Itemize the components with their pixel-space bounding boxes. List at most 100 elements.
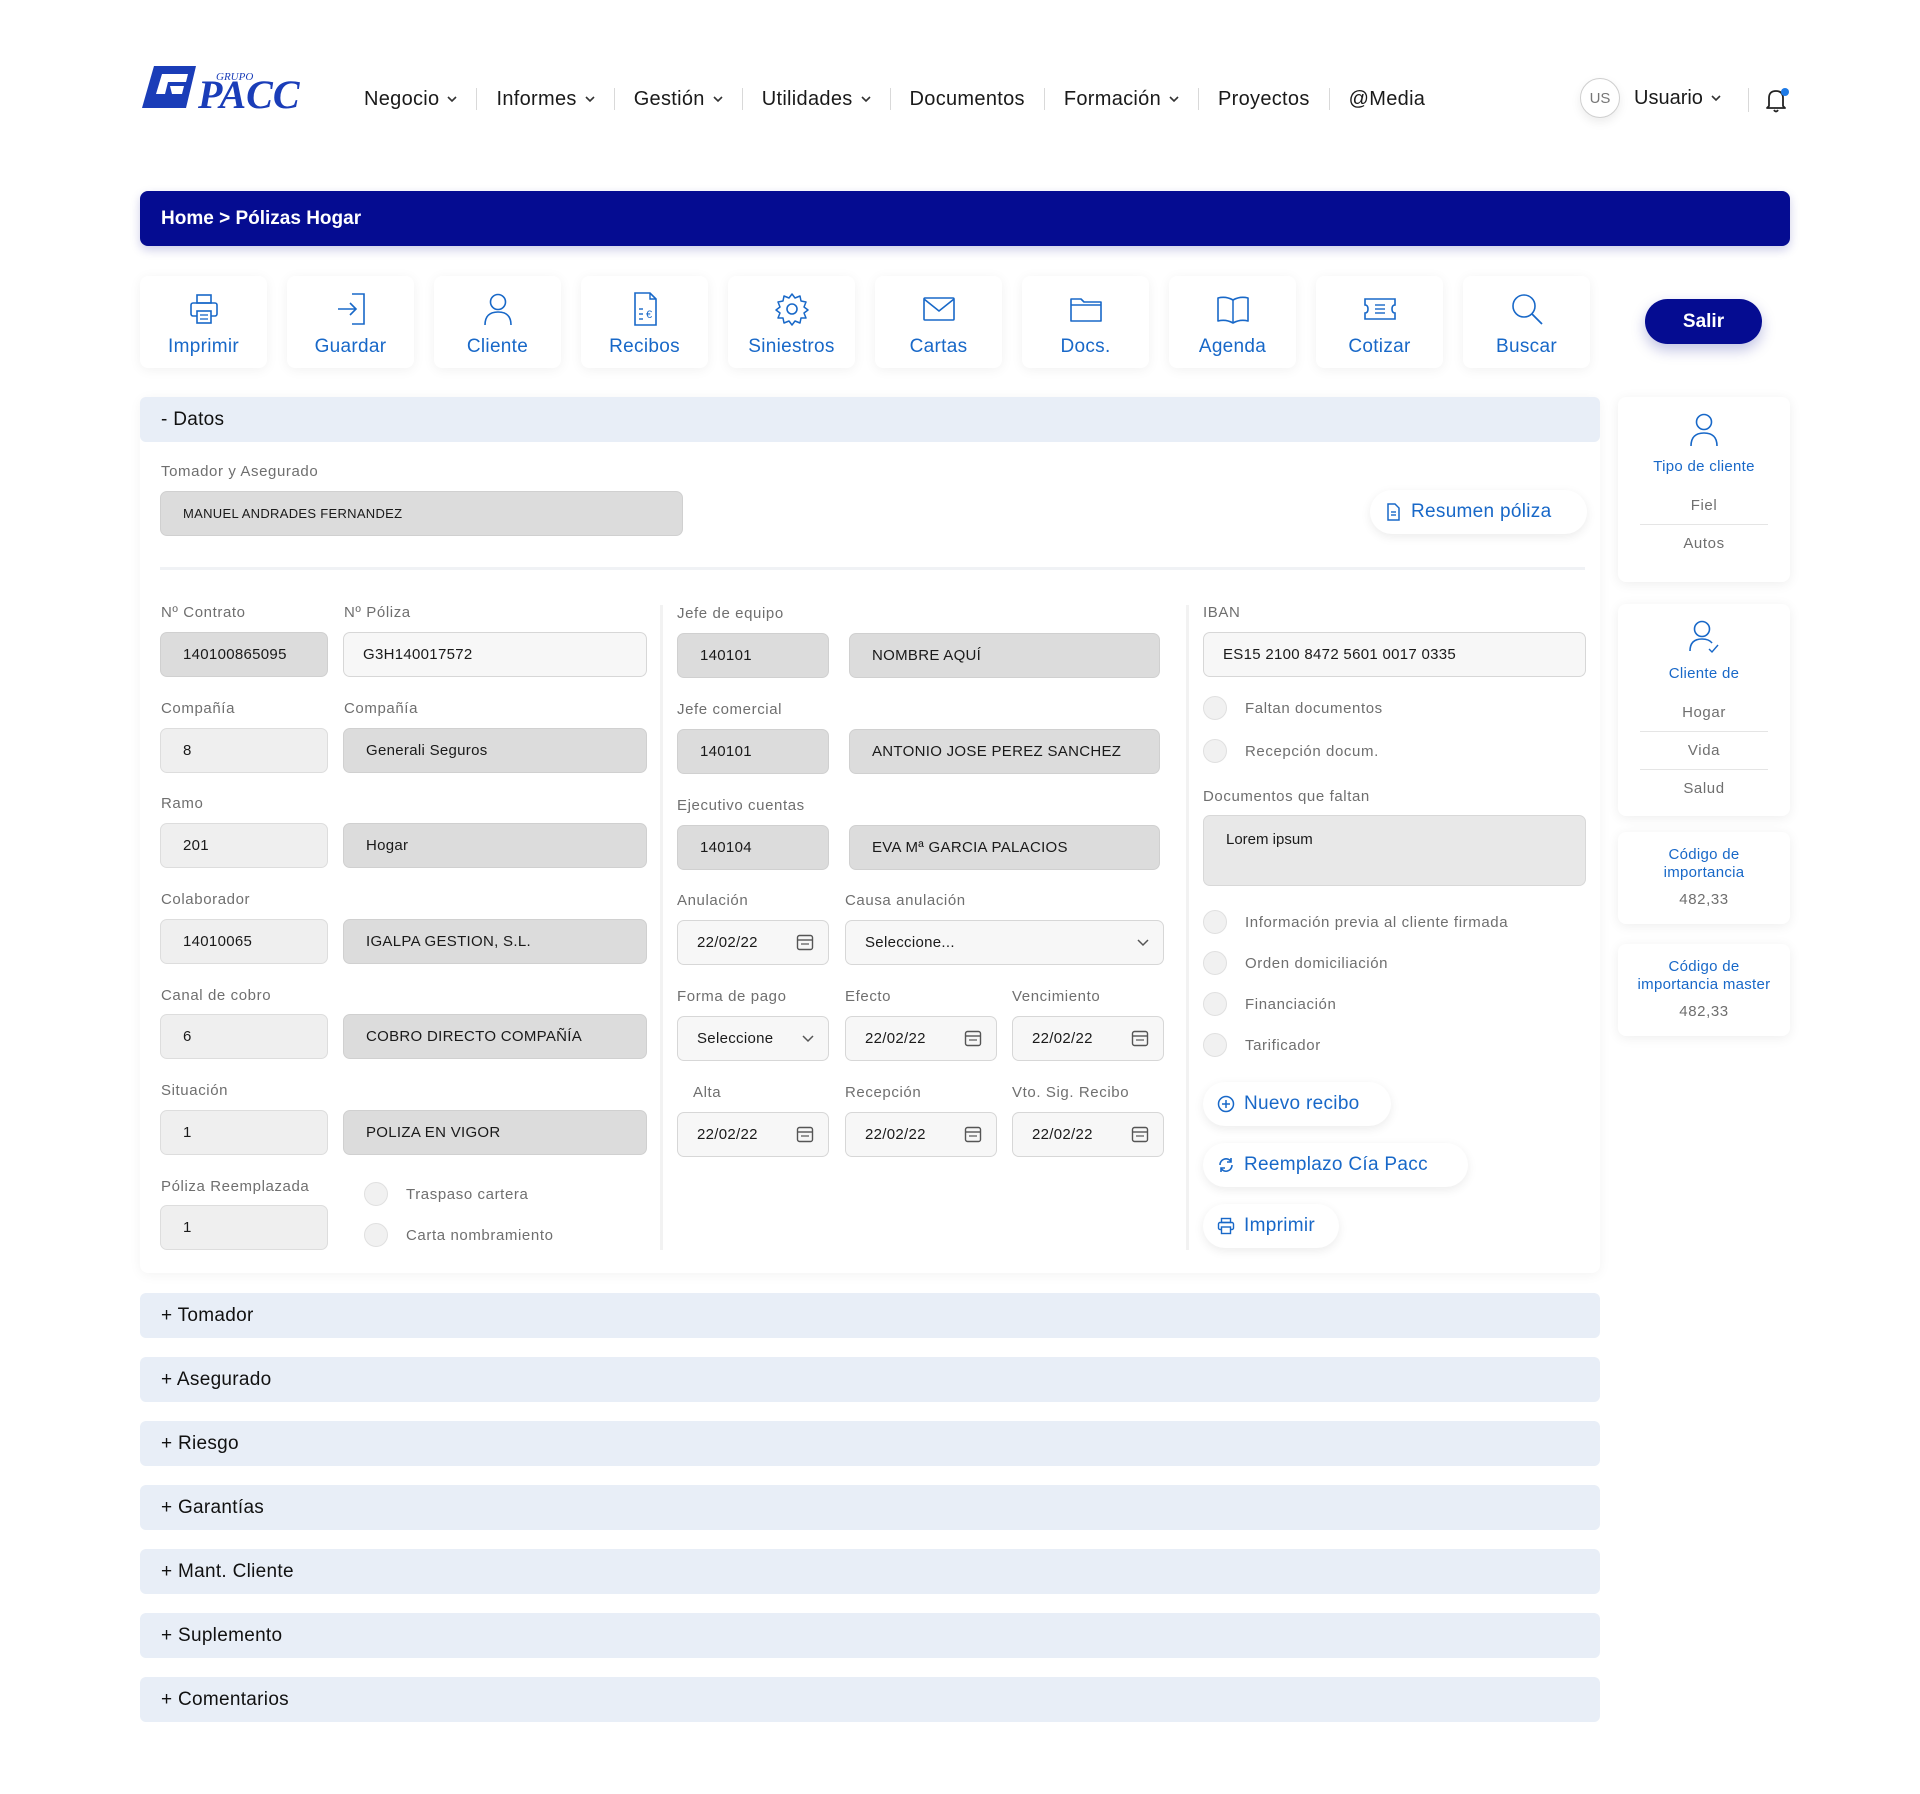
breadcrumb-text[interactable]: Home > Pólizas Hogar	[161, 208, 361, 230]
ramo-code-field[interactable]: 201	[160, 823, 328, 868]
checkbox-circle[interactable]	[1203, 739, 1227, 763]
user-menu[interactable]: US Usuario	[1580, 78, 1721, 118]
carta-checkbox[interactable]: Carta nombramiento	[364, 1223, 554, 1247]
toolbar-cartas-button[interactable]: Cartas	[875, 276, 1002, 368]
jefe-comercial-code-field[interactable]: 140101	[677, 729, 829, 774]
jefe-equipo-name-field[interactable]: NOMBRE AQUÍ	[849, 633, 1160, 678]
nav-item-label: @Media	[1348, 87, 1426, 110]
nav-item-7[interactable]: @Media	[1330, 88, 1445, 111]
contrato-field[interactable]: 140100865095	[160, 632, 328, 677]
reemplazo-button[interactable]: Reemplazo Cía Pacc	[1203, 1143, 1468, 1187]
resumen-poliza-button[interactable]: Resumen póliza	[1370, 490, 1587, 534]
jefe-equipo-code-field[interactable]: 140101	[677, 633, 829, 678]
info-previa-checkbox[interactable]: Información previa al cliente firmada	[1203, 910, 1508, 934]
poliza-label: Nº Póliza	[344, 604, 411, 621]
document-icon	[1387, 503, 1400, 521]
calendar-icon[interactable]	[796, 1125, 814, 1143]
checkbox-circle[interactable]	[364, 1182, 388, 1206]
recepcion-date-field[interactable]: 22/02/22	[845, 1112, 997, 1157]
section-datos-header[interactable]: - Datos	[140, 397, 1600, 442]
toolbar-guardar-button[interactable]: Guardar	[287, 276, 414, 368]
ejecutivo-code-field[interactable]: 140104	[677, 825, 829, 870]
bell-icon[interactable]	[1764, 86, 1790, 114]
exit-button[interactable]: Salir	[1645, 299, 1762, 344]
situacion-name-field[interactable]: POLIZA EN VIGOR	[343, 1110, 647, 1155]
nav-item-1[interactable]: Informes	[477, 88, 613, 111]
toolbar-docs-button[interactable]: Docs.	[1022, 276, 1149, 368]
section-header-6[interactable]: + Comentarios	[140, 1677, 1600, 1722]
checkbox-circle[interactable]	[1203, 696, 1227, 720]
section-header-0[interactable]: + Tomador	[140, 1293, 1600, 1338]
avatar[interactable]: US	[1580, 78, 1620, 118]
nav-item-2[interactable]: Gestión	[615, 88, 742, 111]
compania-name-field[interactable]: Generali Seguros	[343, 728, 647, 773]
situacion-code-field[interactable]: 1	[160, 1110, 328, 1155]
gear-icon	[774, 293, 809, 326]
orden-checkbox[interactable]: Orden domiciliación	[1203, 951, 1388, 975]
poliza-field[interactable]: G3H140017572	[343, 632, 647, 677]
canal-code-field[interactable]: 6	[160, 1014, 328, 1059]
iban-field[interactable]: ES15 2100 8472 5601 0017 0335	[1203, 632, 1586, 677]
toolbar-imprimir-button[interactable]: Imprimir	[140, 276, 267, 368]
alta-date-field[interactable]: 22/02/22	[677, 1112, 829, 1157]
user-name[interactable]: Usuario	[1634, 87, 1721, 110]
section-header-2[interactable]: + Riesgo	[140, 1421, 1600, 1466]
forma-pago-select[interactable]: Seleccione	[677, 1016, 829, 1061]
vencimiento-date-field[interactable]: 22/02/22	[1012, 1016, 1164, 1061]
tomador-field[interactable]: MANUEL ANDRADES FERNANDEZ	[160, 491, 683, 536]
nav-item-6[interactable]: Proyectos	[1199, 88, 1329, 111]
jefe-comercial-name-field[interactable]: ANTONIO JOSE PEREZ SANCHEZ	[849, 729, 1160, 774]
nav-item-5[interactable]: Formación	[1045, 88, 1198, 111]
ramo-name-field[interactable]: Hogar	[343, 823, 647, 868]
traspaso-checkbox[interactable]: Traspaso cartera	[364, 1182, 528, 1206]
codigo-title: Código de importancia	[1663, 846, 1745, 881]
faltan-docs-checkbox[interactable]: Faltan documentos	[1203, 696, 1383, 720]
checkbox-circle[interactable]	[1203, 910, 1227, 934]
tarificador-checkbox[interactable]: Tarificador	[1203, 1033, 1321, 1057]
reemplazada-field[interactable]: 1	[160, 1205, 328, 1250]
toolbar-siniestros-button[interactable]: Siniestros	[728, 276, 855, 368]
compania-code-field[interactable]: 8	[160, 728, 328, 773]
financiacion-checkbox[interactable]: Financiación	[1203, 992, 1336, 1016]
toolbar-recibos-button[interactable]: € Recibos	[581, 276, 708, 368]
imprimir-button[interactable]: Imprimir	[1203, 1204, 1339, 1248]
checkbox-circle[interactable]	[1203, 951, 1227, 975]
toolbar-cliente-button[interactable]: Cliente	[434, 276, 561, 368]
checkbox-circle[interactable]	[1203, 992, 1227, 1016]
section-header-4[interactable]: + Mant. Cliente	[140, 1549, 1600, 1594]
colaborador-code-field[interactable]: 14010065	[160, 919, 328, 964]
nuevo-recibo-button[interactable]: Nuevo recibo	[1203, 1082, 1391, 1126]
ejecutivo-name-field[interactable]: EVA Mª GARCIA PALACIOS	[849, 825, 1160, 870]
nav-item-4[interactable]: Documentos	[891, 88, 1044, 111]
nav-item-label: Gestión	[633, 87, 705, 110]
calendar-icon[interactable]	[964, 1125, 982, 1143]
section-header-3[interactable]: + Garantías	[140, 1485, 1600, 1530]
calendar-icon[interactable]	[1131, 1029, 1149, 1047]
iban-label: IBAN	[1203, 604, 1241, 621]
section-header-1[interactable]: + Asegurado	[140, 1357, 1600, 1402]
anulacion-date-field[interactable]: 22/02/22	[677, 920, 829, 965]
recepcion-docs-label: Recepción docum.	[1245, 742, 1379, 760]
vto-date-field[interactable]: 22/02/22	[1012, 1112, 1164, 1157]
calendar-icon[interactable]	[1131, 1125, 1149, 1143]
nav-item-0[interactable]: Negocio	[364, 88, 476, 111]
codigo-master-value: 482,33	[1679, 1002, 1729, 1020]
situacion-label: Situación	[161, 1082, 229, 1099]
causa-select[interactable]: Seleccione...	[845, 920, 1164, 965]
brand-logo[interactable]: GRUPO PACC	[140, 64, 328, 117]
nav-item-3[interactable]: Utilidades	[743, 88, 890, 111]
plus-circle-icon	[1217, 1095, 1235, 1113]
checkbox-circle[interactable]	[1203, 1033, 1227, 1057]
canal-name-field[interactable]: COBRO DIRECTO COMPAÑÍA	[343, 1014, 647, 1059]
checkbox-circle[interactable]	[364, 1223, 388, 1247]
calendar-icon[interactable]	[796, 933, 814, 951]
section-header-5[interactable]: + Suplemento	[140, 1613, 1600, 1658]
docs-faltan-textarea[interactable]: Lorem ipsum	[1203, 815, 1586, 886]
toolbar-buscar-button[interactable]: Buscar	[1463, 276, 1590, 368]
colaborador-name-field[interactable]: IGALPA GESTION, S.L.	[343, 919, 647, 964]
calendar-icon[interactable]	[964, 1029, 982, 1047]
efecto-date-field[interactable]: 22/02/22	[845, 1016, 997, 1061]
recepcion-docs-checkbox[interactable]: Recepción docum.	[1203, 739, 1379, 763]
toolbar-agenda-button[interactable]: Agenda	[1169, 276, 1296, 368]
toolbar-cotizar-button[interactable]: Cotizar	[1316, 276, 1443, 368]
